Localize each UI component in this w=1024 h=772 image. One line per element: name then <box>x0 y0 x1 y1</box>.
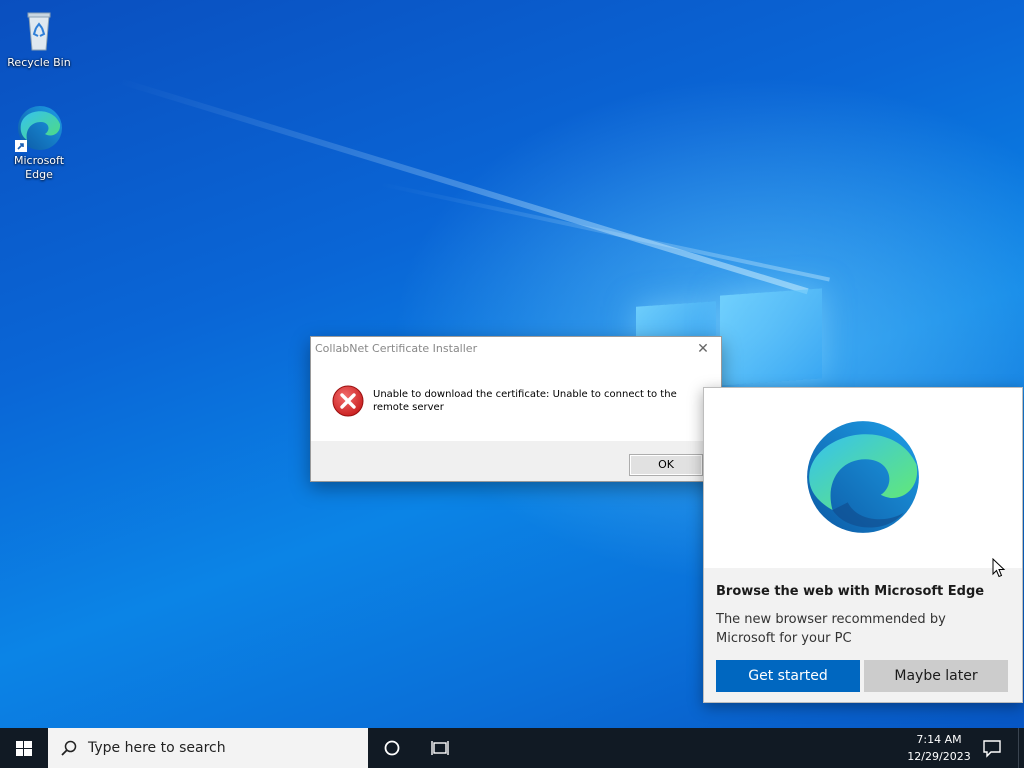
dialog-title: CollabNet Certificate Installer <box>315 342 478 355</box>
recycle-bin-icon <box>15 6 63 54</box>
shortcut-arrow-icon <box>15 140 27 152</box>
maybe-later-button[interactable]: Maybe later <box>864 660 1008 692</box>
cortana-button[interactable] <box>378 728 406 768</box>
edge-icon <box>15 104 63 152</box>
dialog-message: Unable to download the certificate: Unab… <box>373 389 677 413</box>
desktop-icon-microsoft-edge[interactable]: Microsoft Edge <box>1 104 77 182</box>
taskbar: Type here to search 7:14 AM 12/29/2023 <box>0 728 1024 768</box>
cortana-icon <box>384 740 400 756</box>
desktop-icon-recycle-bin[interactable]: Recycle Bin <box>1 6 77 70</box>
windows-logo-pane <box>636 301 716 341</box>
desktop-icon-label: Microsoft Edge <box>13 154 65 181</box>
mouse-cursor-icon <box>992 557 1006 578</box>
edge-promo-hero <box>704 388 1022 568</box>
edge-promo-popup: Browse the web with Microsoft Edge The n… <box>703 387 1023 703</box>
desktop: Recycle Bin Microsoft Edge CollabNet Cer… <box>0 0 1024 728</box>
error-icon <box>332 385 364 417</box>
light-beam <box>379 182 830 282</box>
close-icon[interactable]: ✕ <box>693 337 713 361</box>
notification-icon <box>983 740 1001 758</box>
search-icon <box>60 739 78 757</box>
windows-start-icon <box>16 741 32 756</box>
light-beam <box>118 78 809 295</box>
edge-promo-panel: Browse the web with Microsoft Edge The n… <box>704 568 1022 702</box>
ok-button[interactable]: OK <box>629 454 703 476</box>
taskbar-clock[interactable]: 7:14 AM 12/29/2023 <box>898 728 980 768</box>
desktop-icon-label: Recycle Bin <box>7 56 71 69</box>
error-dialog: CollabNet Certificate Installer ✕ Unable… <box>310 336 722 482</box>
get-started-button[interactable]: Get started <box>716 660 860 692</box>
dialog-footer: OK <box>311 441 721 481</box>
action-center-button[interactable] <box>980 728 1004 768</box>
dialog-body: Unable to download the certificate: Unab… <box>311 361 721 439</box>
edge-promo-description: The new browser recommended by Microsoft… <box>716 612 946 646</box>
clock-time: 7:14 AM <box>916 733 962 746</box>
edge-promo-heading: Browse the web with Microsoft Edge <box>716 584 985 599</box>
show-desktop-button[interactable] <box>1018 728 1024 768</box>
windows-logo-pane <box>720 288 822 386</box>
start-button[interactable] <box>0 728 48 768</box>
taskbar-search-box[interactable]: Type here to search <box>48 728 368 768</box>
task-view-button[interactable] <box>426 728 454 768</box>
dialog-titlebar[interactable]: CollabNet Certificate Installer ✕ <box>311 337 721 361</box>
edge-logo-icon <box>802 416 924 538</box>
clock-date: 12/29/2023 <box>907 750 971 763</box>
task-view-icon <box>431 741 449 755</box>
search-placeholder: Type here to search <box>88 740 226 756</box>
